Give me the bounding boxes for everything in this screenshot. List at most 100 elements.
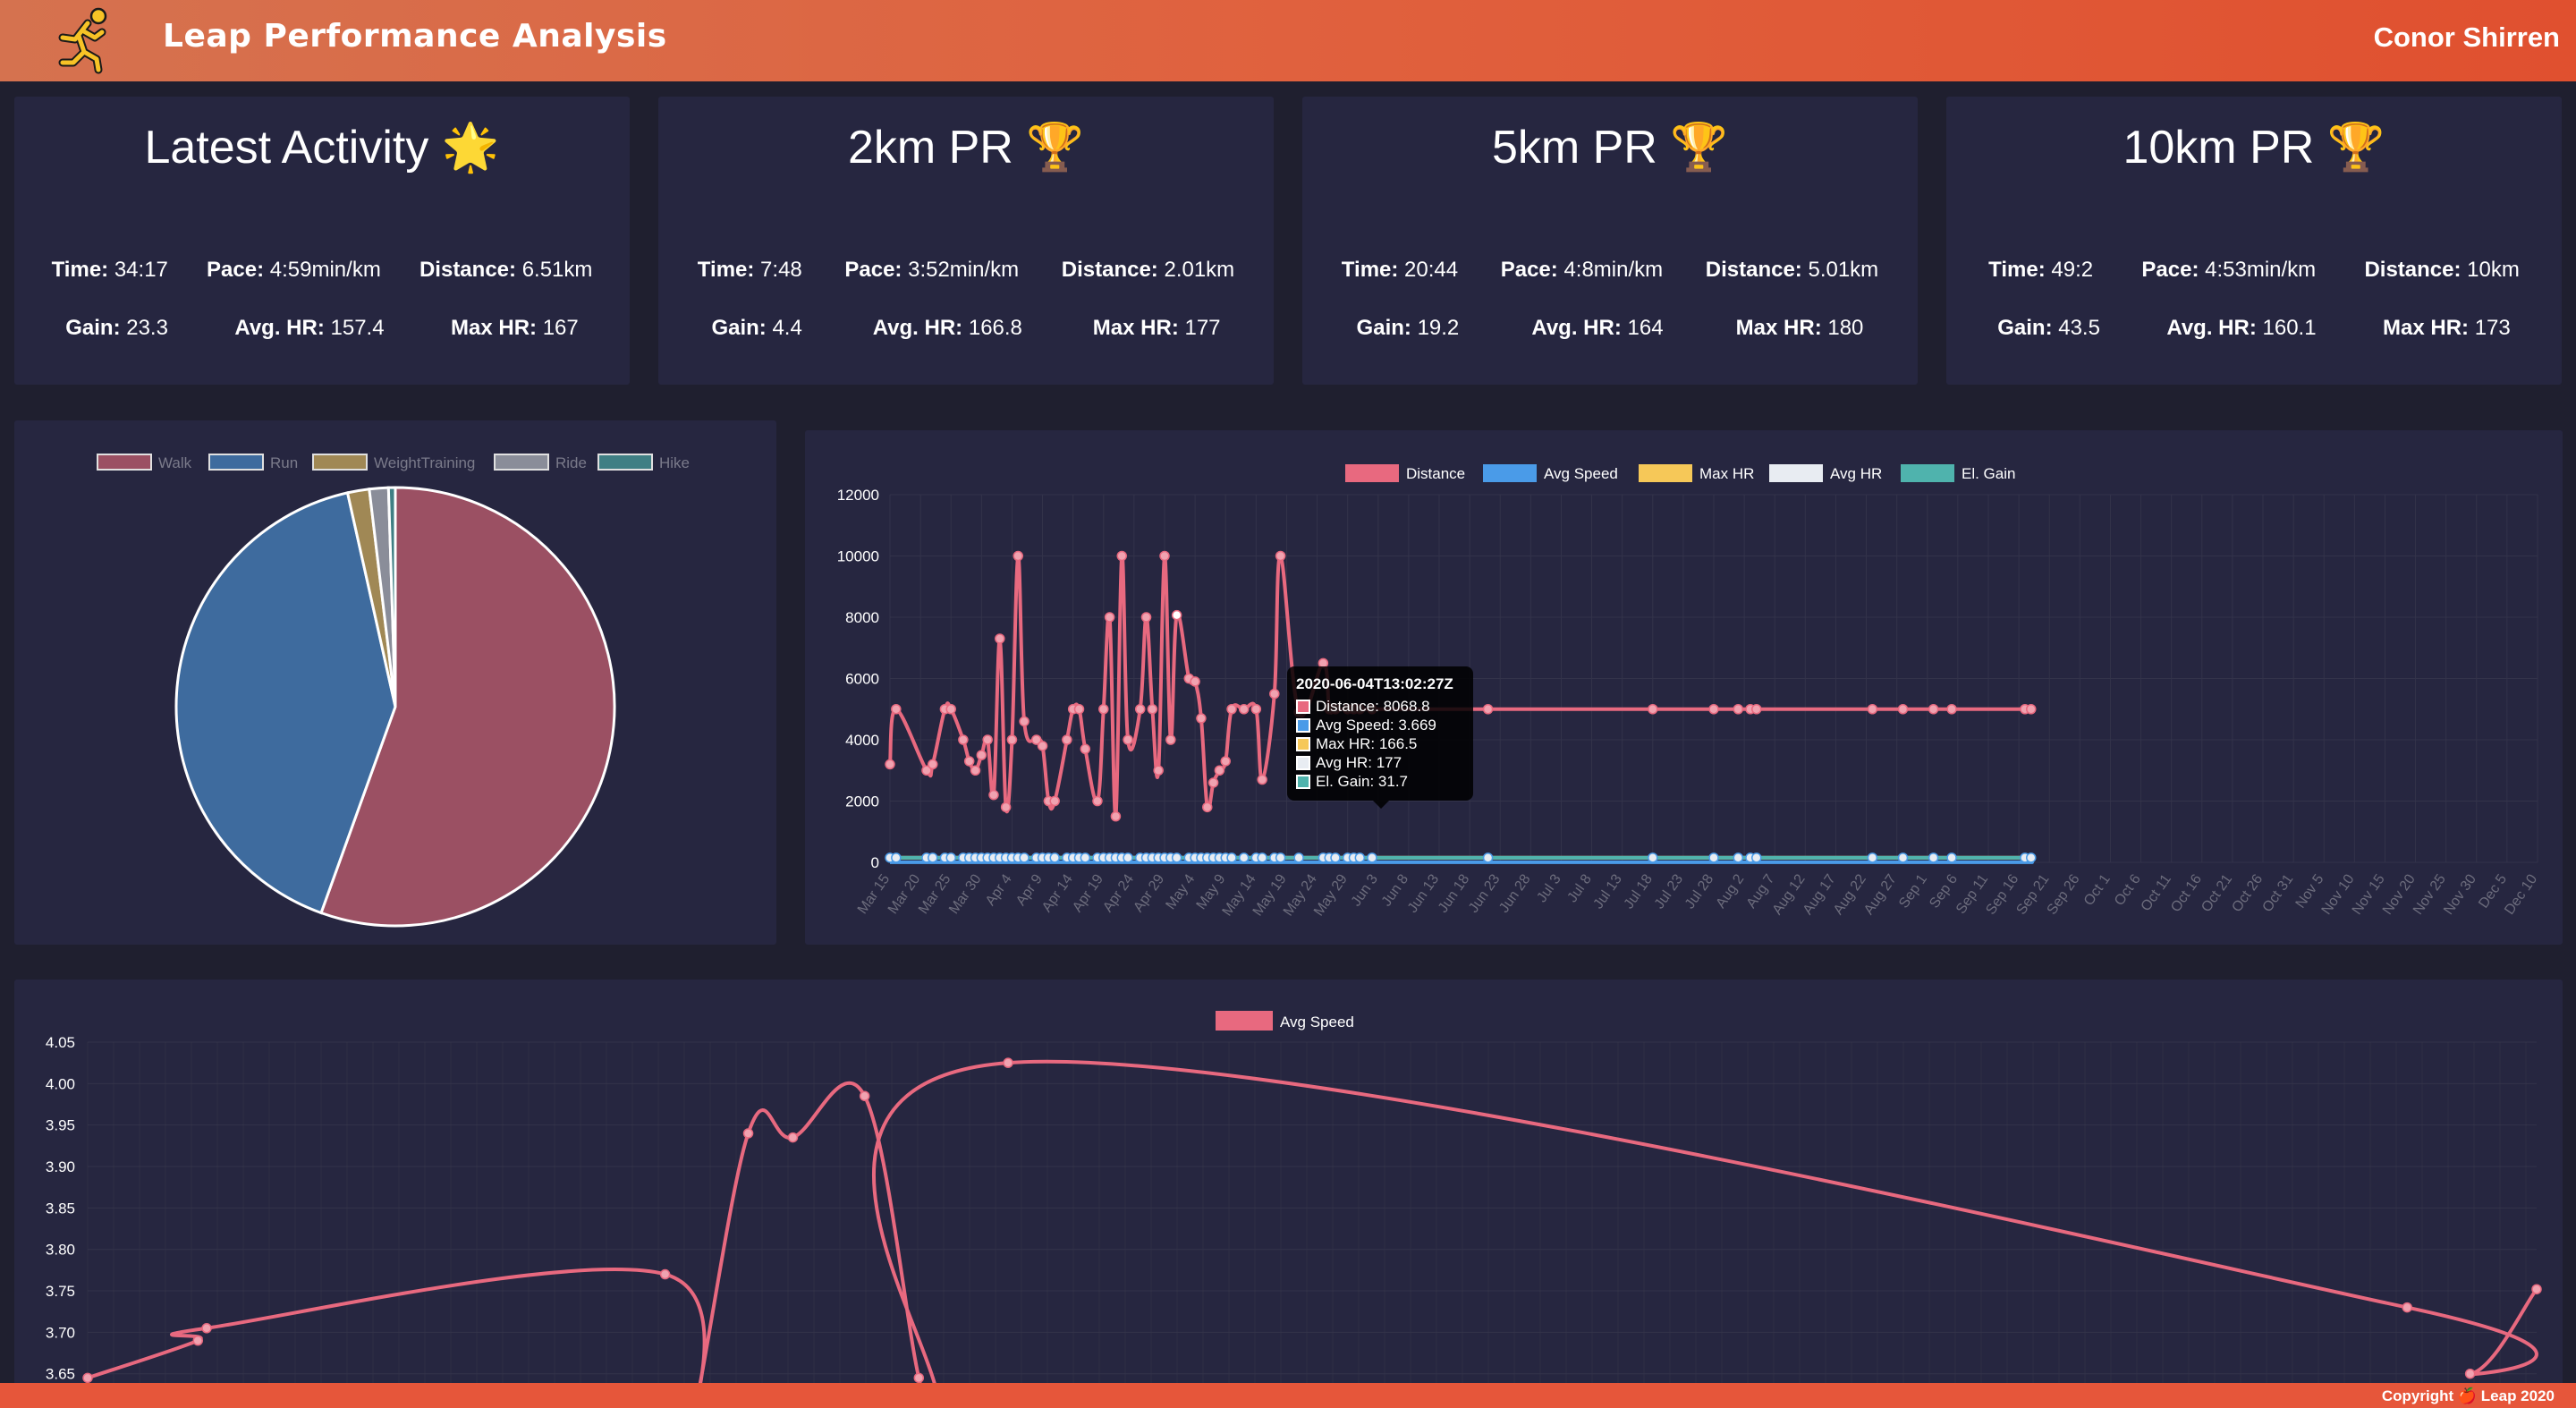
tooltip-row: Distance: 8068.8 xyxy=(1296,697,1464,716)
legend-swatch xyxy=(597,454,653,471)
y-tick-label: 4.05 xyxy=(46,1034,75,1051)
distance-point xyxy=(1153,765,1164,776)
tooltip-row: El. Gain: 31.7 xyxy=(1296,772,1464,791)
legend-swatch xyxy=(208,454,264,471)
distance-stat: Distance: 2.01km xyxy=(1061,258,1235,282)
legend-swatch xyxy=(1639,464,1692,482)
x-tick-label: Dec 10 xyxy=(2502,871,2540,917)
distance-point xyxy=(1751,704,1762,715)
data-point xyxy=(1482,852,1494,863)
distance-point xyxy=(1159,550,1170,562)
y-tick-label: 12000 xyxy=(837,487,879,504)
avg-speed-point xyxy=(787,1132,799,1143)
distance-point xyxy=(995,633,1005,644)
distance-point xyxy=(1147,704,1158,715)
data-point xyxy=(928,852,938,863)
x-tick-label: Apr 19 xyxy=(1070,871,1106,914)
tooltip-swatch xyxy=(1296,774,1310,789)
stat-row: Gain: 43.5 Avg. HR: 160.1 Max HR: 173 xyxy=(1946,316,2562,341)
time-stat: Time: 49:2 xyxy=(1988,258,2094,282)
max-hr-stat: Max HR: 177 xyxy=(1092,316,1221,340)
avg-speed-point xyxy=(192,1335,204,1346)
avg-speed-point xyxy=(1003,1057,1013,1068)
distance-point xyxy=(1257,774,1267,785)
y-tick-label: 3.75 xyxy=(46,1283,75,1300)
distance-point xyxy=(976,750,987,760)
distance-point xyxy=(1037,741,1048,751)
data-point xyxy=(2026,852,2037,863)
time-stat: Time: 7:48 xyxy=(697,258,802,282)
avg-speed-point xyxy=(659,1268,671,1280)
stat-row: Gain: 19.2 Avg. HR: 164 Max HR: 180 xyxy=(1302,316,1918,341)
x-tick-label: Mar 30 xyxy=(946,871,985,917)
y-tick-label: 10000 xyxy=(837,548,879,565)
distance-stat: Distance: 10km xyxy=(2364,258,2520,282)
data-point xyxy=(1708,852,1719,863)
distance-point xyxy=(1013,550,1024,562)
activity-metrics-line-chart[interactable]: Distance Avg Speed Max HR Avg HR El. Gain Mar… xyxy=(805,430,2563,945)
card-title: 10km PR 🏆 xyxy=(2123,122,2385,174)
card-title: Latest Activity 🌟 xyxy=(144,122,500,174)
legend-label: Avg Speed xyxy=(1544,465,1618,482)
tooltip-swatch xyxy=(1296,717,1310,733)
x-tick-label: Jun 18 xyxy=(1436,871,1473,915)
data-point xyxy=(1049,852,1060,863)
activity-type-pie-chart[interactable]: Walk Run WeightTraining Ride Hike xyxy=(14,420,776,945)
legend-swatch xyxy=(1901,464,1954,482)
data-point xyxy=(1354,852,1366,863)
y-tick-label: 3.95 xyxy=(46,1117,75,1134)
pace-stat: Pace: 4:59min/km xyxy=(207,258,381,282)
x-tick-label: Apr 14 xyxy=(1039,871,1076,914)
data-point xyxy=(1751,852,1762,863)
data-point xyxy=(1238,852,1250,863)
y-tick-label: 4000 xyxy=(845,732,879,749)
avg-speed-point xyxy=(859,1090,870,1101)
running-man-icon[interactable] xyxy=(43,5,120,75)
legend-label: Run xyxy=(270,454,298,471)
avg-hr-stat: Avg. HR: 160.1 xyxy=(2166,316,2317,340)
distance-point xyxy=(1897,704,1909,715)
distance-point xyxy=(928,759,938,770)
distance-point xyxy=(1080,743,1091,755)
stat-row: Time: 34:17 Pace: 4:59min/km Distance: 6… xyxy=(14,258,630,283)
data-point xyxy=(1171,852,1182,863)
distance-point xyxy=(1190,676,1200,687)
distance-point xyxy=(970,765,981,776)
footer-bar: Copyright 🍎 Leap 2020 xyxy=(0,1383,2576,1408)
distance-point xyxy=(1196,713,1207,724)
avg-speed-line-chart[interactable]: Avg Speed 3.65 3.70 3.75 3.80 3.85 3.90 3.95 4.0… xyxy=(14,980,2563,1408)
distance-point xyxy=(1073,704,1085,715)
distance-point xyxy=(1250,704,1262,715)
stat-row: Time: 49:2 Pace: 4:53min/km Distance: 10… xyxy=(1946,258,2562,283)
distance-point xyxy=(891,704,902,715)
user-name[interactable]: Conor Shirren xyxy=(2374,21,2560,54)
data-point xyxy=(1897,852,1909,863)
distance-point xyxy=(1171,609,1182,621)
x-tick-label: Jul 18 xyxy=(1622,871,1656,912)
distance-point xyxy=(1269,688,1280,700)
tooltip-row: Avg Speed: 3.669 xyxy=(1296,716,1464,734)
y-tick-label: 3.80 xyxy=(46,1242,75,1259)
x-tick-label: Jun 3 xyxy=(1349,871,1381,909)
pace-stat: Pace: 4:53min/km xyxy=(2141,258,2317,282)
distance-point xyxy=(1482,704,1494,715)
x-tick-label: Apr 24 xyxy=(1100,871,1137,914)
legend-swatch xyxy=(494,454,549,471)
data-point xyxy=(1733,852,1744,863)
pr-2km-card: 2km PR 🏆 Time: 7:48 Pace: 3:52min/km Dis… xyxy=(658,97,1274,385)
time-stat: Time: 34:17 xyxy=(51,258,168,282)
distance-point xyxy=(1946,704,1957,715)
stat-row: Gain: 4.4 Avg. HR: 166.8 Max HR: 177 xyxy=(658,316,1274,341)
distance-point xyxy=(1110,810,1122,822)
distance-point xyxy=(1006,734,1018,745)
max-hr-stat: Max HR: 167 xyxy=(451,316,579,340)
distance-point xyxy=(1123,734,1133,745)
tooltip-swatch xyxy=(1296,736,1310,751)
data-point xyxy=(1946,852,1957,863)
x-tick-label: Jun 23 xyxy=(1466,871,1504,915)
data-point xyxy=(1226,852,1237,863)
pr-5km-card: 5km PR 🏆 Time: 20:44 Pace: 4:8min/km Dis… xyxy=(1302,97,1918,385)
distance-point xyxy=(1733,704,1744,715)
x-tick-label: Apr 4 xyxy=(983,871,1015,908)
legend-label: Ride xyxy=(555,454,587,471)
